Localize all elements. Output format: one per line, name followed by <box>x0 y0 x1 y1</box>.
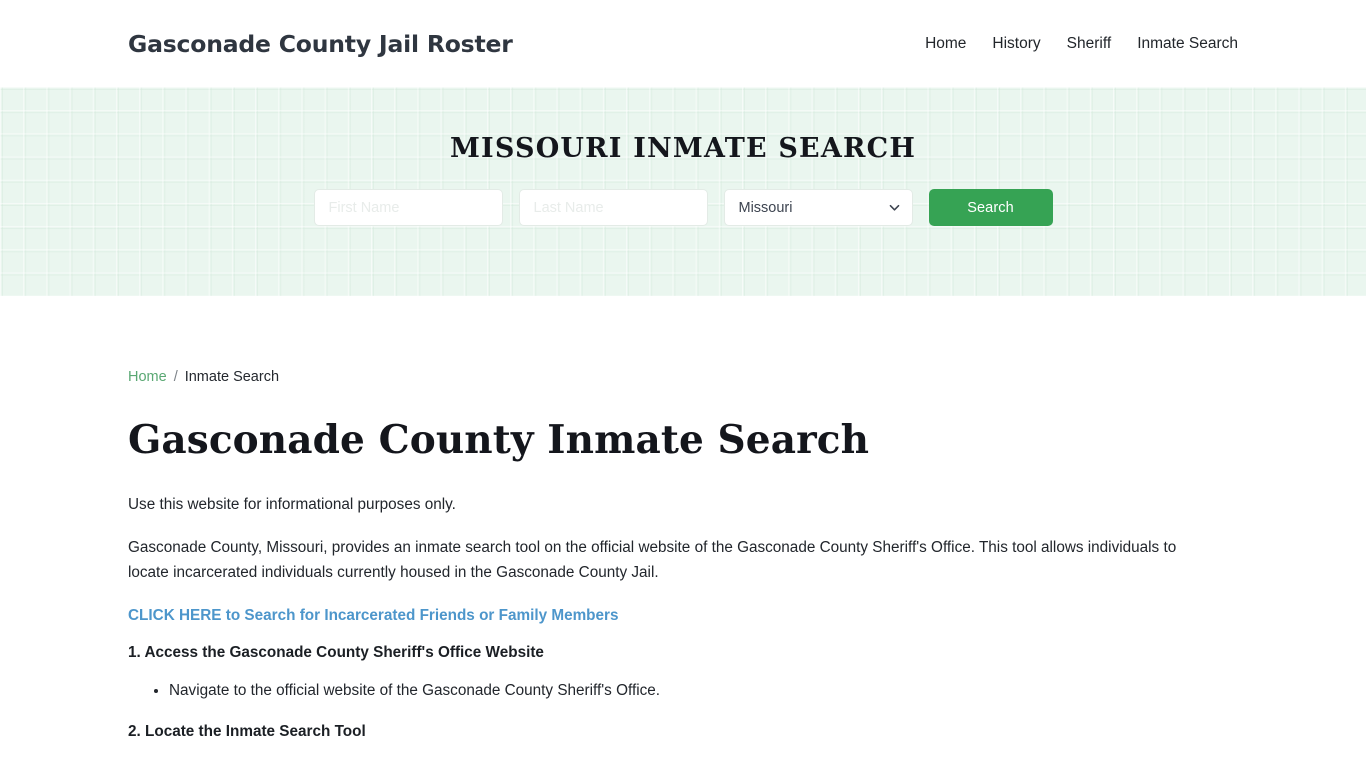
last-name-input[interactable] <box>518 189 708 226</box>
state-select[interactable]: Missouri <box>723 189 913 226</box>
step-2-heading: 2. Locate the Inmate Search Tool <box>128 722 366 740</box>
breadcrumb-link-home[interactable]: Home <box>128 369 167 385</box>
nav-item-sheriff[interactable]: Sheriff <box>1067 35 1112 53</box>
inmate-search-form: Missouri Search <box>313 189 1053 226</box>
first-name-input[interactable] <box>313 189 503 226</box>
description-paragraph: Gasconade County, Missouri, provides an … <box>128 539 1177 582</box>
site-header: Gasconade County Jail Roster Home Histor… <box>0 0 1366 87</box>
step-1-heading: 1. Access the Gasconade County Sheriff's… <box>128 643 544 661</box>
nav-item-inmate-search[interactable]: Inmate Search <box>1137 35 1238 53</box>
list-item: Navigate to the official website of the … <box>169 679 1238 704</box>
nav-item-history[interactable]: History <box>992 35 1040 53</box>
hero-title: MISSOURI INMATE SEARCH <box>449 133 917 164</box>
primary-navigation: Home History Sheriff Inmate Search <box>925 35 1238 53</box>
search-button[interactable]: Search <box>928 189 1053 226</box>
site-brand-title[interactable]: Gasconade County Jail Roster <box>128 30 513 58</box>
breadcrumb-current: Inmate Search <box>184 369 280 385</box>
step-1-bullet-list: Navigate to the official website of the … <box>128 679 1238 704</box>
breadcrumb: Home / Inmate Search <box>128 369 1238 385</box>
cta-search-link[interactable]: CLICK HERE to Search for Incarcerated Fr… <box>128 607 619 625</box>
intro-paragraph: Use this website for informational purpo… <box>128 495 456 513</box>
breadcrumb-separator: / <box>173 369 178 385</box>
hero-search-section: MISSOURI INMATE SEARCH Missouri Search <box>0 87 1366 296</box>
nav-item-home[interactable]: Home <box>925 35 966 53</box>
page-title: Gasconade County Inmate Search <box>128 417 870 463</box>
state-select-wrapper: Missouri <box>723 189 913 226</box>
main-content: Home / Inmate Search Gasconade County In… <box>0 296 1366 741</box>
